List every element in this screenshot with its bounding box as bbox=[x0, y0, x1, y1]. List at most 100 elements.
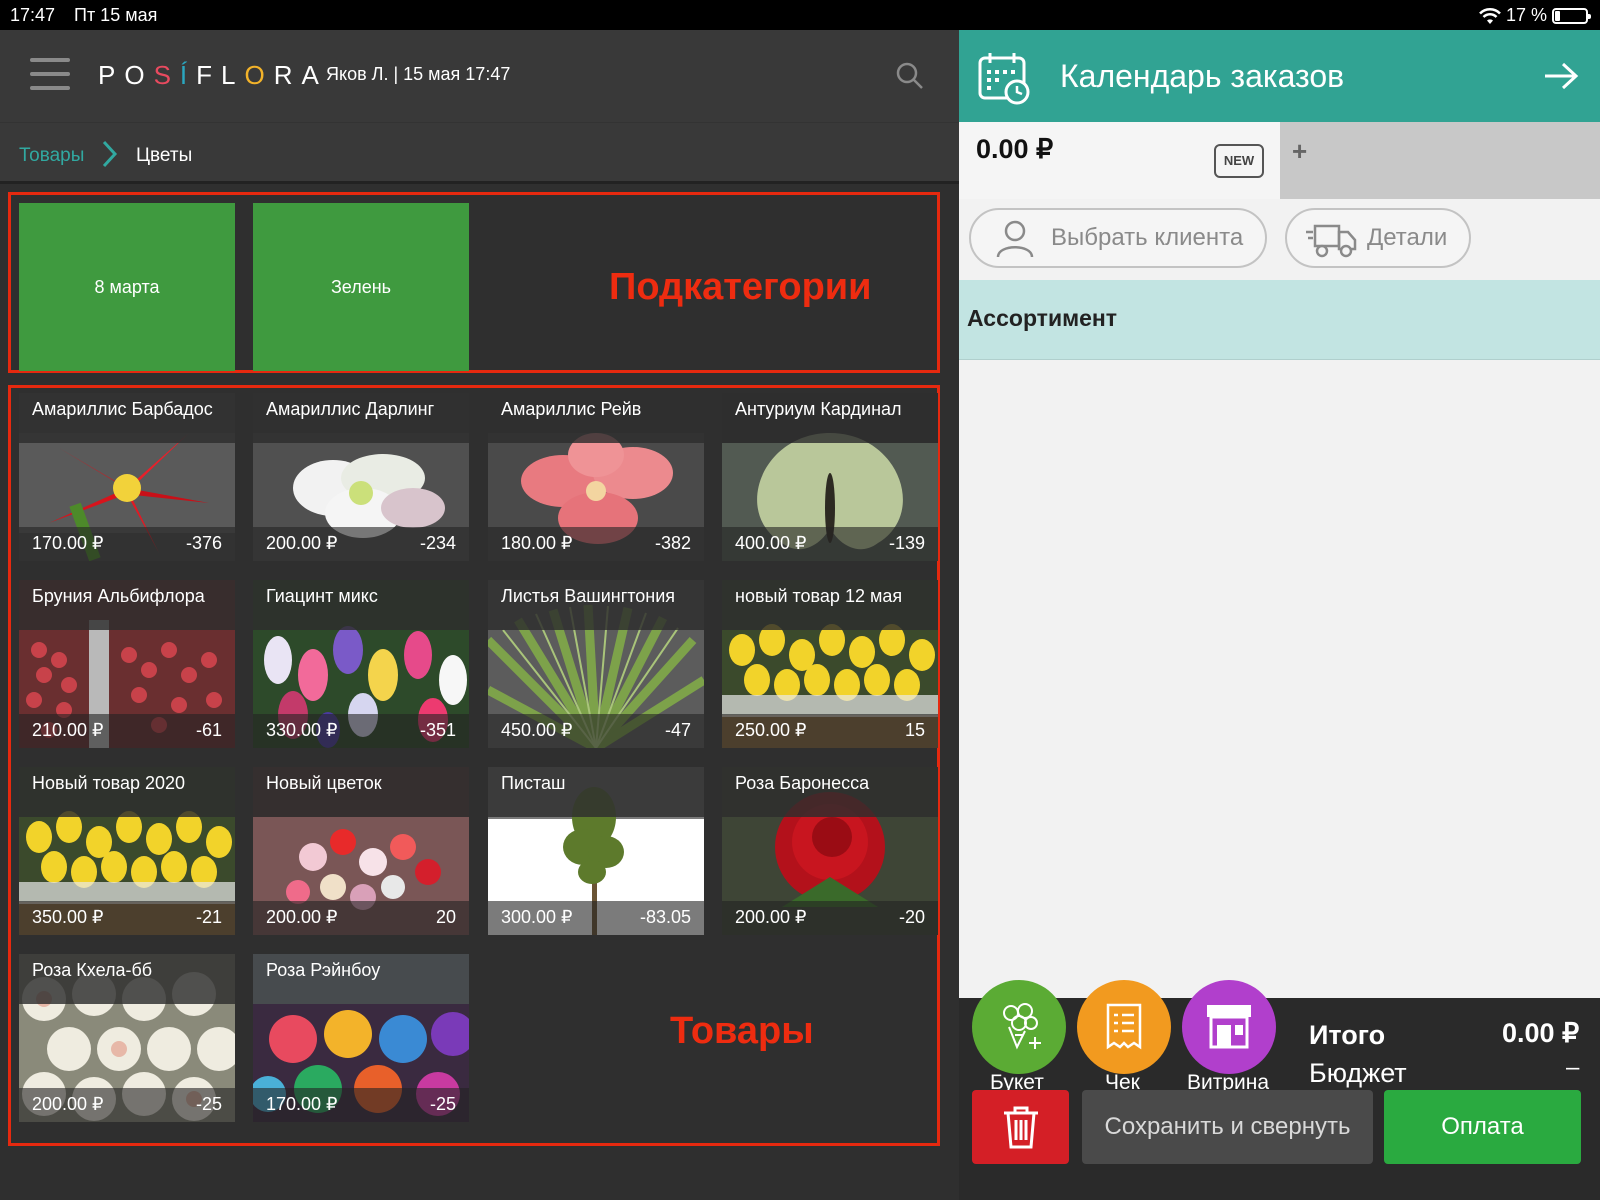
product-price: 200.00 ₽ bbox=[32, 1094, 104, 1114]
product-stock: -139 bbox=[888, 533, 925, 553]
product-stock: -47 bbox=[664, 720, 691, 740]
product-name: Антуриум Кардинал bbox=[722, 393, 938, 443]
product-price: 450.00 ₽ bbox=[501, 720, 573, 740]
product-stock: -25 bbox=[429, 1094, 456, 1114]
product-name: Новый товар 2020 bbox=[19, 767, 235, 817]
product-price: 170.00 ₽ bbox=[32, 533, 104, 553]
product-price: 300.00 ₽ bbox=[501, 907, 573, 927]
status-time: 17:47 bbox=[10, 5, 56, 25]
product-stock: -61 bbox=[195, 720, 222, 740]
order-header: Календарь заказов bbox=[959, 30, 1600, 122]
product-tile[interactable]: Антуриум Кардинал 400.00 ₽ -139 bbox=[722, 393, 938, 561]
product-tile[interactable]: Листья Вашингтония 450.00 ₽ -47 bbox=[488, 580, 704, 748]
user-session-info: Яков Л. | 15 мая 17:47 bbox=[326, 64, 511, 84]
product-name: Роза Баронесса bbox=[722, 767, 938, 817]
product-name: Амариллис Дарлинг bbox=[253, 393, 469, 443]
product-name: Амариллис Барбадос bbox=[19, 393, 235, 443]
order-panel: Календарь заказов 0.00 ₽ NEW + Выбрать к… bbox=[959, 30, 1600, 1200]
product-stock: -234 bbox=[419, 533, 456, 553]
budget-label: Бюджет bbox=[1309, 1058, 1407, 1088]
calendar-clock-icon[interactable] bbox=[977, 50, 1033, 106]
product-name: Амариллис Рейв bbox=[488, 393, 704, 443]
product-price: 200.00 ₽ bbox=[735, 907, 807, 927]
product-tile[interactable]: Амариллис Рейв 180.00 ₽ -382 bbox=[488, 393, 704, 561]
battery-percent: 17 % bbox=[1506, 5, 1548, 25]
total-value: 0.00 ₽ bbox=[1502, 1018, 1580, 1048]
subcategories-annotation: Подкатегории bbox=[609, 266, 872, 308]
product-name: Гиацинт микс bbox=[253, 580, 469, 630]
product-price: 250.00 ₽ bbox=[735, 720, 807, 740]
status-date: Пт 15 мая bbox=[74, 5, 158, 25]
details-label: Детали bbox=[1367, 224, 1448, 251]
product-stock: -83.05 bbox=[639, 907, 691, 927]
product-tile[interactable]: Новый цветок 200.00 ₽ 20 bbox=[253, 767, 469, 935]
new-badge: NEW bbox=[1214, 144, 1264, 178]
bouquet-button[interactable] bbox=[972, 980, 1066, 1074]
product-price: 330.00 ₽ bbox=[266, 720, 338, 740]
order-tab-total: 0.00 ₽ bbox=[976, 134, 1054, 164]
payment-button[interactable]: Оплата bbox=[1384, 1090, 1581, 1164]
product-name: новый товар 12 мая bbox=[722, 580, 938, 630]
product-tile[interactable]: Амариллис Дарлинг 200.00 ₽ -234 bbox=[253, 393, 469, 561]
product-tile[interactable]: Роза Кхела-бб 200.00 ₽ -25 bbox=[19, 954, 235, 1122]
product-tile[interactable]: Роза Баронесса 200.00 ₽ -20 bbox=[722, 767, 938, 935]
choose-client-label: Выбрать клиента bbox=[1051, 224, 1244, 251]
breadcrumb-flowers: Цветы bbox=[136, 145, 193, 166]
choose-client-button[interactable]: Выбрать клиента bbox=[969, 208, 1267, 268]
product-stock: -376 bbox=[185, 533, 222, 553]
product-name: Роза Кхела-бб bbox=[19, 954, 235, 1004]
save-and-collapse-button[interactable]: Сохранить и свернуть bbox=[1082, 1090, 1373, 1164]
product-tile[interactable]: Бруния Альбифлора 210.00 ₽ -61 bbox=[19, 580, 235, 748]
battery-icon bbox=[1552, 8, 1591, 24]
delete-order-button[interactable] bbox=[972, 1090, 1069, 1164]
app-header: POSÍFLORA Яков Л. | 15 мая 17:47 bbox=[0, 30, 959, 122]
showcase-button[interactable] bbox=[1182, 980, 1276, 1074]
arrow-right-icon[interactable] bbox=[1543, 60, 1579, 92]
product-price: 400.00 ₽ bbox=[735, 533, 807, 553]
posiflora-logo: POSÍFLORA bbox=[98, 60, 328, 90]
products-annotation: Товары bbox=[670, 1010, 814, 1052]
catalog-panel: POSÍFLORA Яков Л. | 15 мая 17:47 Товары … bbox=[0, 30, 959, 1200]
product-price: 350.00 ₽ bbox=[32, 907, 104, 927]
receipt-button[interactable] bbox=[1077, 980, 1171, 1074]
plus-icon: + bbox=[1292, 136, 1308, 166]
trash-icon bbox=[1004, 1106, 1038, 1149]
product-stock: -21 bbox=[195, 907, 222, 927]
product-tile[interactable]: Роза Рэйнбоу 170.00 ₽ -25 bbox=[253, 954, 469, 1122]
product-price: 210.00 ₽ bbox=[32, 720, 104, 740]
menu-icon[interactable] bbox=[30, 58, 70, 92]
product-tile[interactable]: Гиацинт микс 330.00 ₽ -351 bbox=[253, 580, 469, 748]
add-order-tab-button[interactable]: + bbox=[1280, 122, 1600, 199]
product-stock: -351 bbox=[419, 720, 456, 740]
chevron-right-icon bbox=[102, 140, 118, 168]
product-stock: -382 bbox=[654, 533, 691, 553]
product-price: 200.00 ₽ bbox=[266, 533, 338, 553]
product-price: 170.00 ₽ bbox=[266, 1094, 338, 1114]
budget-value: – bbox=[1566, 1054, 1580, 1081]
product-stock: -20 bbox=[898, 907, 925, 927]
product-stock: 15 bbox=[904, 720, 925, 740]
assortment-section[interactable]: Ассортимент bbox=[959, 280, 1600, 360]
product-name: Листья Вашингтония bbox=[488, 580, 704, 630]
product-tile[interactable]: Амариллис Барбадос 170.00 ₽ -376 bbox=[19, 393, 235, 561]
assortment-label: Ассортимент bbox=[967, 305, 1118, 331]
subcategory-greenery[interactable]: Зелень bbox=[253, 203, 469, 371]
product-tile[interactable]: новый товар 12 мая 250.00 ₽ 15 bbox=[722, 580, 938, 748]
product-tile[interactable]: Новый товар 2020 350.00 ₽ -21 bbox=[19, 767, 235, 935]
product-name: Бруния Альбифлора bbox=[19, 580, 235, 630]
product-name: Писташ bbox=[488, 767, 704, 817]
search-icon[interactable] bbox=[896, 62, 924, 90]
delivery-truck-icon bbox=[1306, 224, 1357, 258]
breadcrumb: Товары Цветы bbox=[0, 122, 959, 184]
receipt-icon bbox=[1106, 1003, 1142, 1050]
subcategory-8-march[interactable]: 8 марта bbox=[19, 203, 235, 371]
status-bar: 17:47 Пт 15 мая 17 % bbox=[0, 0, 1600, 30]
product-name: Роза Рэйнбоу bbox=[253, 954, 469, 1004]
breadcrumb-goods[interactable]: Товары bbox=[19, 145, 84, 167]
details-button[interactable]: Детали bbox=[1285, 208, 1471, 268]
order-tab-active[interactable]: 0.00 ₽ NEW bbox=[959, 122, 1280, 199]
product-tile[interactable]: Писташ 300.00 ₽ -83.05 bbox=[488, 767, 704, 935]
order-calendar-title: Календарь заказов bbox=[1060, 58, 1345, 94]
total-label: Итого bbox=[1309, 1020, 1386, 1050]
product-price: 200.00 ₽ bbox=[266, 907, 338, 927]
